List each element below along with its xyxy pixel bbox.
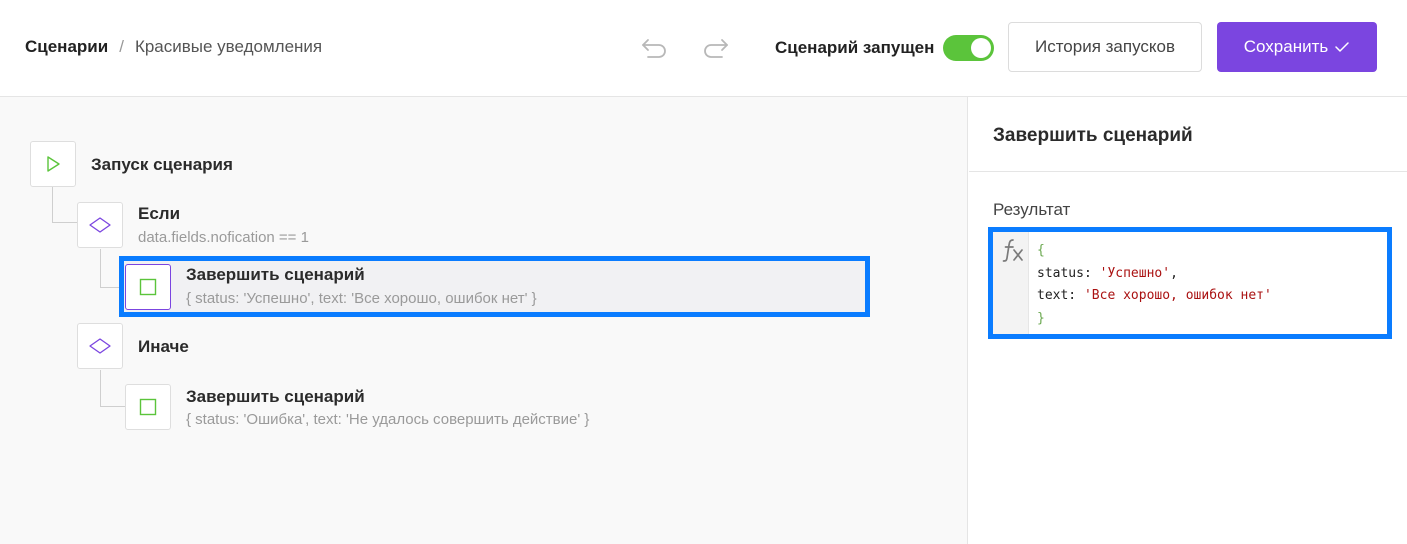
code-comma: , [1170,265,1178,281]
code-line: text: 'Все хорошо, ошибок нет' [1037,285,1272,308]
breadcrumb: Сценарии / Красивые уведомления [25,37,322,57]
result-label: Результат [993,200,1071,219]
toggle-knob [971,38,991,58]
code-line: { [1037,240,1272,263]
if-node-box[interactable] [77,202,123,248]
else-end-node-box[interactable] [125,384,171,430]
if-end-node-detail: { status: 'Успешно', text: 'Все хорошо, … [186,290,537,307]
code-open-brace: { [1037,243,1045,258]
else-end-node-title[interactable]: Завершить сценарий [186,387,365,407]
undo-arrow-icon[interactable] [640,34,670,60]
start-node-box[interactable] [30,141,76,187]
play-triangle-icon [47,156,60,172]
checkmark-icon [1335,42,1349,52]
square-icon [139,278,157,296]
connector-line [100,406,125,407]
square-icon [139,398,157,416]
connector-line [52,222,78,223]
code-key-text: text: [1037,288,1084,303]
code-value-text: 'Все хорошо, ошибок нет' [1083,288,1272,303]
connector-line [100,249,101,287]
else-end-node-detail: { status: 'Ошибка', text: 'Не удалось со… [186,411,590,428]
connector-line [52,187,53,222]
run-toggle[interactable] [943,35,994,61]
run-status-label: Сценарий запущен [775,38,935,57]
if-end-node-box[interactable] [125,264,171,310]
code-line: status: 'Успешно', [1037,263,1272,286]
diamond-icon [89,338,111,354]
result-code[interactable]: { status: 'Успешно', text: 'Все хорошо, … [1037,240,1272,330]
properties-panel: Завершить сценарий Результат { status: '… [969,97,1407,544]
code-value-status: 'Успешно' [1099,265,1171,281]
top-header: Сценарии / Красивые уведомления Сценарий… [0,0,1407,97]
else-node-box[interactable] [77,323,123,369]
save-button-label: Сохранить [1243,37,1329,56]
save-button[interactable]: Сохранить [1217,22,1377,72]
else-node-title[interactable]: Иначе [138,337,189,357]
start-node-title[interactable]: Запуск сценария [91,155,233,175]
redo-arrow-icon[interactable] [700,34,730,60]
code-close-brace: } [1037,310,1045,326]
history-button[interactable]: История запусков [1008,22,1202,72]
breadcrumb-root[interactable]: Сценарии [25,37,108,57]
result-code-editor[interactable]: { status: 'Успешно', text: 'Все хорошо, … [988,227,1392,339]
code-line: } [1037,308,1272,331]
if-node-condition: data.fields.nofication == 1 [138,229,309,246]
flow-canvas[interactable]: Запуск сценария Если data.fields.noficat… [0,97,968,544]
breadcrumb-current: Красивые уведомления [134,37,323,56]
connector-line [100,370,101,406]
code-key-status: status: [1037,265,1100,281]
code-gutter [993,232,1029,334]
function-fx-icon [1002,239,1023,262]
panel-title: Завершить сценарий [993,125,1193,146]
diamond-icon [89,217,111,233]
if-end-node-title[interactable]: Завершить сценарий [186,265,365,285]
panel-divider [969,171,1407,172]
if-node-title[interactable]: Если [138,204,180,224]
breadcrumb-separator: / [119,37,124,56]
